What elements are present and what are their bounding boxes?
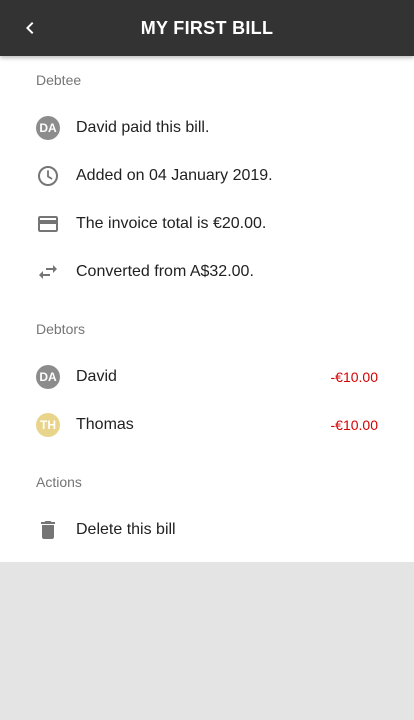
back-button[interactable] [10,8,50,48]
payer-row: DA David paid this bill. [0,104,414,152]
swap-icon [39,265,57,279]
debtor-row[interactable]: TH Thomas -€10.00 [0,401,414,449]
section-header-debtors: Debtors [36,321,86,337]
debtor-amount: -€10.00 [330,417,378,433]
trash-icon [41,521,55,539]
debtor-row[interactable]: DA David -€10.00 [0,353,414,401]
debtor-name: David [76,368,117,385]
avatar: DA [36,116,60,140]
debtor-amount: -€10.00 [330,369,378,385]
chevron-left-icon [26,22,34,34]
credit-card-icon [38,216,58,232]
added-date-text: Added on 04 January 2019. [76,167,273,184]
app-bar: MY FIRST BILL [0,0,414,56]
avatar: TH [36,413,60,437]
section-header-debtee: Debtee [36,72,82,88]
debtor-name: Thomas [76,416,134,433]
bill-details: Debtee DA David paid this bill. Added on… [0,56,414,562]
delete-bill-label: Delete this bill [76,521,176,538]
payer-text: David paid this bill. [76,119,210,136]
section-header-actions: Actions [36,474,82,490]
page-title: MY FIRST BILL [140,18,274,38]
added-date-row: Added on 04 January 2019. [0,152,414,200]
avatar: DA [36,365,60,389]
clock-icon [38,166,58,186]
invoice-total-text: The invoice total is €20.00. [76,215,267,232]
invoice-total-row: The invoice total is €20.00. [0,200,414,248]
conversion-text: Converted from A$32.00. [76,263,254,280]
conversion-row: Converted from A$32.00. [0,248,414,296]
delete-bill-button[interactable]: Delete this bill [0,506,414,554]
